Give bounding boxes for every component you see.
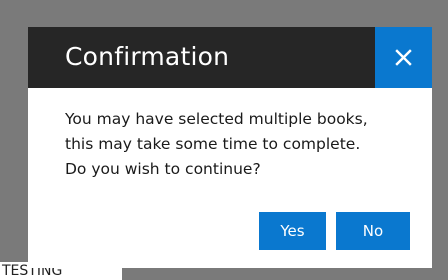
dialog-message: You may have selected multiple books, th… [65,107,410,182]
close-icon [395,49,412,66]
dialog-title: Confirmation [65,42,230,71]
message-line: Do you wish to continue? [65,160,261,178]
close-button[interactable] [375,27,432,88]
dialog-titlebar: Confirmation [28,27,432,88]
confirmation-dialog: Confirmation You may have selected multi… [28,27,432,268]
message-line: this may take some time to complete. [65,135,361,153]
yes-button[interactable]: Yes [259,212,326,250]
no-button[interactable]: No [336,212,410,250]
message-line: You may have selected multiple books, [65,110,368,128]
